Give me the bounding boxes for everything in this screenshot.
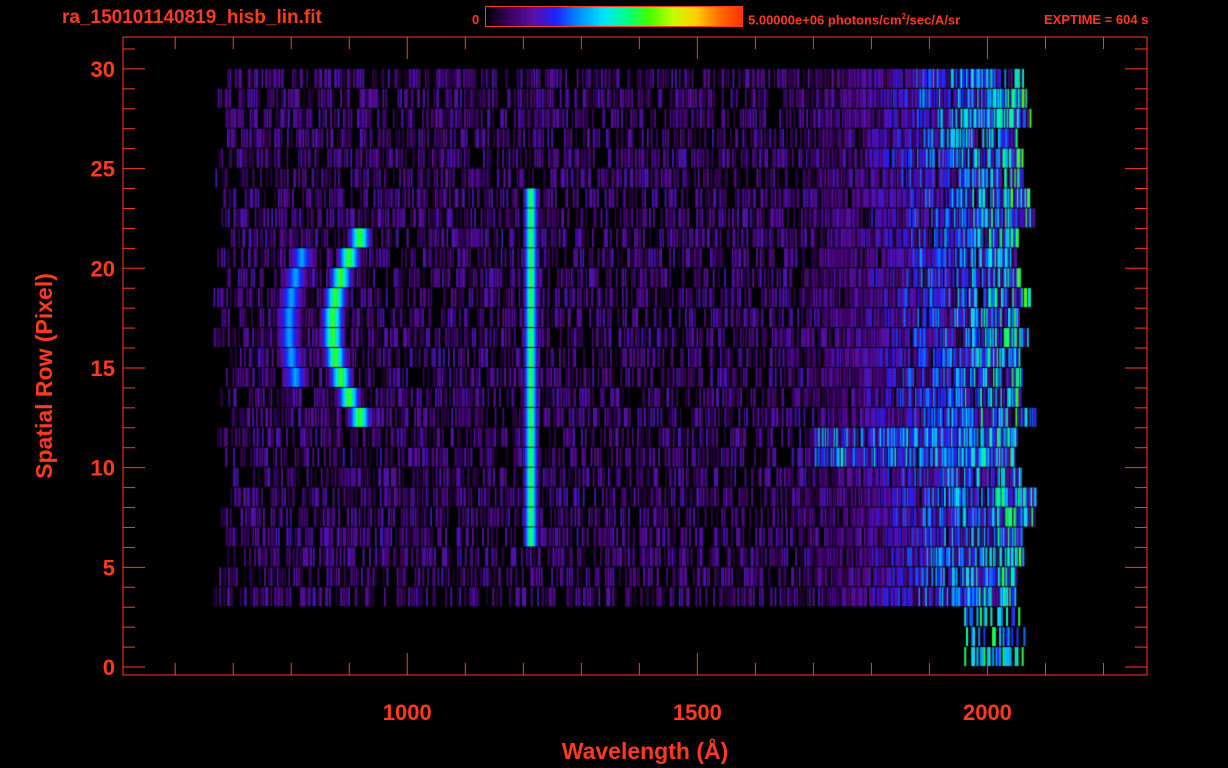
y-tick-label: 30 [91, 57, 115, 82]
y-tick-label: 15 [91, 356, 115, 381]
axis-ticks [123, 37, 1147, 675]
y-axis-label: Spatial Row (Pixel) [31, 273, 57, 479]
y-tick-label: 5 [103, 555, 115, 580]
x-tick-label: 2000 [963, 700, 1012, 725]
y-tick-label: 25 [91, 157, 115, 182]
y-tick-label: 10 [91, 456, 115, 481]
x-axis-label: Wavelength (Å) [562, 737, 729, 764]
plot-frame [122, 36, 1148, 676]
y-tick-label: 0 [103, 655, 115, 680]
axis-tick-labels: 1000 1500 2000 0 5 10 15 20 25 30 [91, 57, 1012, 725]
y-tick-label: 20 [91, 256, 115, 281]
x-tick-label: 1000 [383, 700, 432, 725]
x-tick-label: 1500 [673, 700, 722, 725]
chart: 1000 1500 2000051015202530 Wavelength (Å) … [31, 36, 1148, 764]
